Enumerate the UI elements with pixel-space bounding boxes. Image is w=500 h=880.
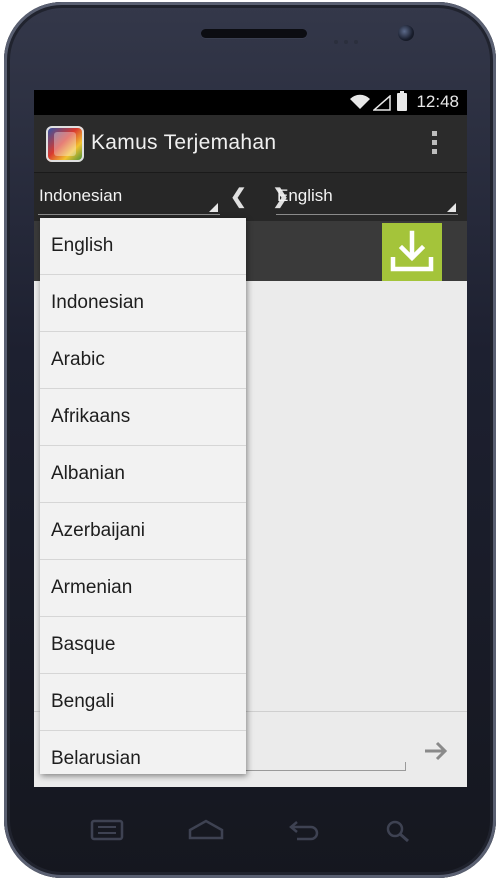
dropdown-item-azerbaijani[interactable]: Azerbaijani [40, 503, 246, 560]
dropdown-item-belarusian[interactable]: Belarusian [40, 731, 246, 774]
spinner-triangle-icon [209, 203, 218, 212]
front-camera [398, 25, 414, 41]
download-icon [390, 230, 434, 272]
wifi-icon [350, 94, 370, 109]
dropdown-item-bengali[interactable]: Bengali [40, 674, 246, 731]
language-dropdown-list[interactable]: English Indonesian Arabic Afrikaans Alba… [40, 218, 246, 774]
source-language-value: Indonesian [39, 186, 123, 205]
sensor-dots [334, 31, 364, 44]
dropdown-item-armenian[interactable]: Armenian [40, 560, 246, 617]
screen: 12:48 Kamus Terjemahan Indonesian ❮ ❯ En… [34, 90, 467, 787]
menu-hw-icon[interactable] [90, 818, 124, 842]
home-hw-icon[interactable] [187, 818, 225, 842]
overflow-menu-icon[interactable] [431, 131, 439, 157]
source-language-spinner[interactable]: Indonesian [38, 182, 220, 215]
target-language-spinner[interactable]: English [276, 182, 458, 215]
dropdown-item-indonesian[interactable]: Indonesian [40, 275, 246, 332]
app-logo-icon[interactable] [46, 126, 84, 162]
status-time: 12:48 [416, 92, 459, 111]
battery-icon [397, 91, 407, 111]
search-hw-icon[interactable] [384, 818, 412, 844]
dropdown-item-afrikaans[interactable]: Afrikaans [40, 389, 246, 446]
signal-icon [373, 95, 391, 111]
action-bar: Kamus Terjemahan [34, 115, 467, 173]
status-bar: 12:48 [34, 90, 467, 115]
app-title: Kamus Terjemahan [91, 131, 277, 154]
dropdown-item-basque[interactable]: Basque [40, 617, 246, 674]
earpiece-speaker [201, 29, 307, 38]
dropdown-item-arabic[interactable]: Arabic [40, 332, 246, 389]
language-bar: Indonesian ❮ ❯ English [34, 173, 467, 221]
download-button[interactable] [382, 223, 442, 281]
target-language-value: English [277, 186, 333, 205]
back-hw-icon[interactable] [287, 818, 321, 842]
dropdown-item-albanian[interactable]: Albanian [40, 446, 246, 503]
arrow-right-icon[interactable] [423, 740, 449, 762]
dropdown-item-english[interactable]: English [40, 218, 246, 275]
spinner-triangle-icon [447, 203, 456, 212]
text-input-field[interactable] [246, 762, 406, 771]
